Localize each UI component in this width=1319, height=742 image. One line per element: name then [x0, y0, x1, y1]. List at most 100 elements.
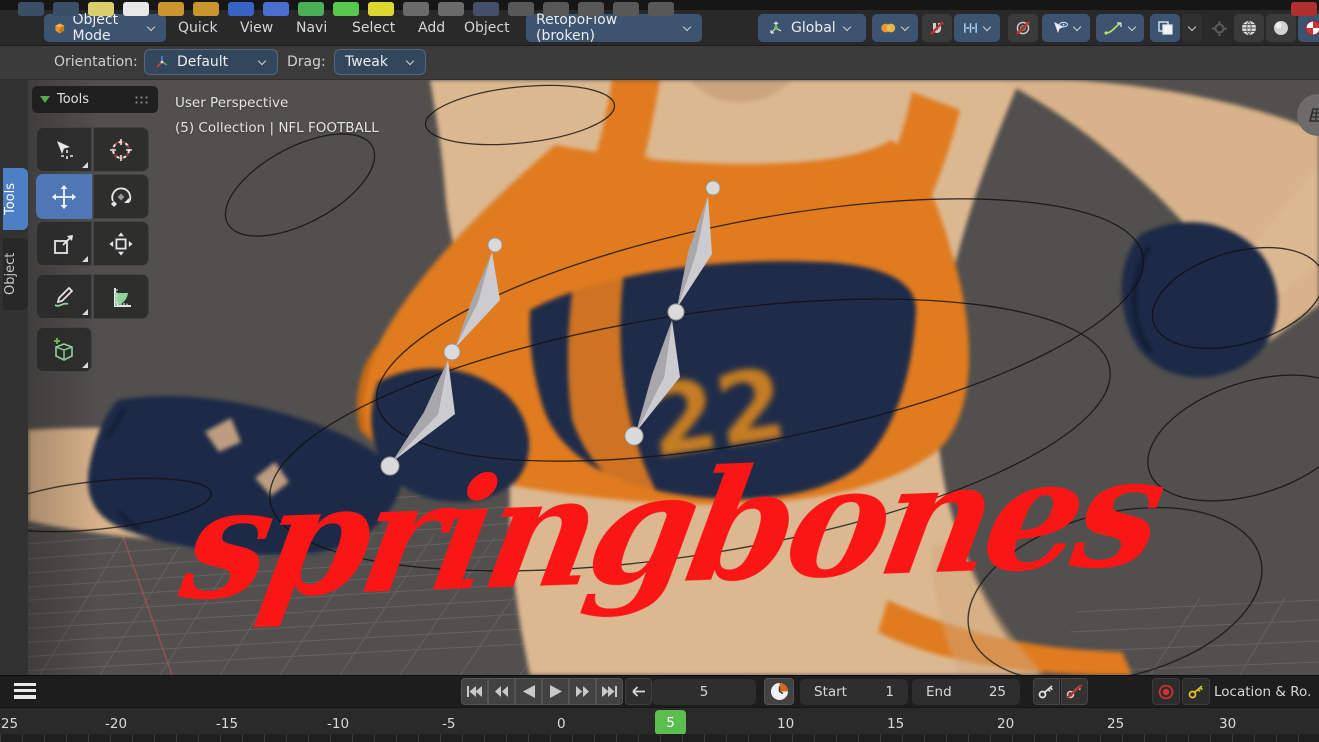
preview-range-clock-button[interactable] — [764, 678, 794, 705]
play-reverse-button[interactable] — [515, 678, 542, 705]
shading-solid-button[interactable] — [1266, 14, 1296, 42]
subtool-indicator — [82, 256, 88, 262]
jump-to-end-button[interactable] — [596, 678, 623, 705]
next-key-icon — [576, 686, 589, 697]
annotate-pen-icon — [54, 286, 74, 307]
overlays-toggle[interactable] — [1150, 14, 1180, 42]
orientation-value: Default — [177, 54, 229, 70]
tool-annotate-button[interactable] — [36, 274, 92, 319]
blender-window: Object Mode Quick View Navi Select Add O… — [0, 0, 1319, 742]
solid-sphere-icon — [1274, 21, 1288, 35]
arrow-left-icon — [632, 686, 645, 697]
chevron-down-icon — [1188, 24, 1197, 33]
mode-label: Object Mode — [72, 12, 119, 44]
timeline-menu-button[interactable] — [14, 683, 36, 699]
ruler-tick: 25 — [1107, 716, 1125, 732]
orientation-global-label: Global — [791, 20, 836, 36]
tool-rotate-button[interactable] — [93, 174, 149, 219]
chevron-down-icon — [683, 24, 692, 33]
overlays-icon — [1157, 21, 1173, 35]
end-label: End — [926, 684, 952, 700]
play-icon — [549, 685, 562, 698]
panel-expand-icon — [40, 96, 50, 103]
app-strip-icon — [228, 2, 254, 16]
keying-set-text: Location & Ro. — [1214, 684, 1312, 700]
snap-settings-dropdown[interactable] — [954, 14, 1000, 42]
shading-wireframe-button[interactable] — [1234, 14, 1264, 42]
playhead[interactable]: 5 — [655, 710, 686, 735]
overlays-dropdown[interactable] — [1182, 14, 1202, 42]
transform-orientation-dropdown[interactable]: Global — [758, 14, 866, 42]
tool-move-button[interactable] — [36, 174, 92, 219]
grid-icon — [1308, 108, 1319, 122]
tool-transform-button[interactable] — [93, 221, 149, 266]
keying-set-button[interactable] — [1182, 678, 1210, 705]
prev-keyframe-button[interactable] — [488, 678, 515, 705]
yellow-key-icon — [1188, 685, 1203, 699]
auto-keying-toggle[interactable] — [1152, 678, 1180, 705]
selectability-dropdown[interactable] — [1042, 14, 1090, 42]
app-strip-icon — [298, 2, 324, 16]
jump-end-icon — [602, 686, 617, 697]
material-sphere-icon — [1305, 20, 1319, 36]
mode-dropdown[interactable]: Object Mode — [44, 12, 166, 44]
tools-panel-header[interactable]: Tools — [32, 86, 158, 113]
tool-measure-button[interactable] — [93, 274, 149, 319]
axes-icon — [156, 56, 168, 68]
drag-tweak-dropdown[interactable]: Tweak — [334, 49, 426, 75]
chevron-down-icon — [843, 24, 852, 33]
app-strip-icon — [578, 2, 604, 16]
clock-icon — [770, 683, 788, 700]
viewport-3d[interactable]: 22 — [0, 80, 1319, 675]
tool-add-cube-button[interactable] — [36, 327, 92, 372]
menu-select[interactable]: Select — [344, 14, 403, 42]
menu-navi[interactable]: Navi — [288, 14, 335, 42]
measure-icon — [114, 287, 131, 307]
add-cube-icon — [53, 338, 73, 361]
next-keyframe-button[interactable] — [569, 678, 596, 705]
end-frame-field[interactable]: End 25 — [912, 679, 1020, 705]
sidebar-tab-tools[interactable]: Tools — [3, 168, 28, 230]
delete-keyframe-button[interactable] — [1061, 678, 1088, 705]
snapping-toggle[interactable] — [922, 14, 952, 42]
retopoflow-dropdown[interactable]: RetopoFlow (broken) — [526, 12, 702, 44]
menu-quick[interactable]: Quick — [170, 14, 226, 42]
back-jump-button[interactable] — [625, 678, 652, 705]
menu-add[interactable]: Add — [410, 14, 453, 42]
jump-to-start-button[interactable] — [461, 678, 488, 705]
tool-cursor-button[interactable] — [93, 127, 149, 172]
orientation-default-dropdown[interactable]: Default — [144, 49, 278, 75]
gizmos-button[interactable] — [1206, 14, 1232, 42]
shading-material-button[interactable] — [1298, 14, 1319, 42]
app-strip — [0, 0, 1319, 16]
ruler-tick: 20 — [997, 716, 1015, 732]
insert-keyframe-button[interactable] — [1033, 678, 1060, 705]
play-reverse-icon — [522, 685, 535, 698]
chevron-down-icon — [901, 24, 910, 33]
current-frame-field[interactable]: 5 — [652, 679, 756, 705]
sidebar-tab-object[interactable]: Object — [3, 238, 28, 310]
menu-object[interactable]: Object — [456, 14, 518, 42]
timeline-bar: 5 Start 1 End 25 Location & Ro. — [0, 675, 1319, 707]
retopoflow-label: RetopoFlow (broken) — [536, 12, 618, 44]
app-strip-icon — [543, 2, 569, 16]
axis-gizmo-icon — [770, 21, 782, 34]
start-frame-field[interactable]: Start 1 — [800, 679, 908, 705]
keying-set-label[interactable]: Location & Ro. — [1214, 679, 1319, 705]
proportional-editing-toggle[interactable] — [1008, 14, 1038, 42]
cube-icon — [55, 22, 65, 34]
tool-scale-button[interactable] — [36, 221, 92, 266]
pivot-point-dropdown[interactable] — [872, 14, 918, 42]
curve-falloff-icon — [1103, 22, 1122, 35]
ruler-tick: -25 — [0, 716, 19, 732]
tool-tweak-button[interactable] — [36, 127, 92, 172]
frame-ruler[interactable]: -25 -20 -15 -10 -5 0 10 15 20 25 30 5 — [0, 707, 1319, 742]
menu-view[interactable]: View — [232, 14, 281, 42]
app-strip-icon — [438, 2, 464, 16]
move-icon — [52, 184, 76, 209]
falloff-dropdown[interactable] — [1096, 14, 1144, 42]
key-slash-icon — [1066, 684, 1083, 699]
play-button[interactable] — [542, 678, 569, 705]
app-strip-icon — [648, 2, 674, 16]
app-strip-icon — [88, 2, 114, 16]
